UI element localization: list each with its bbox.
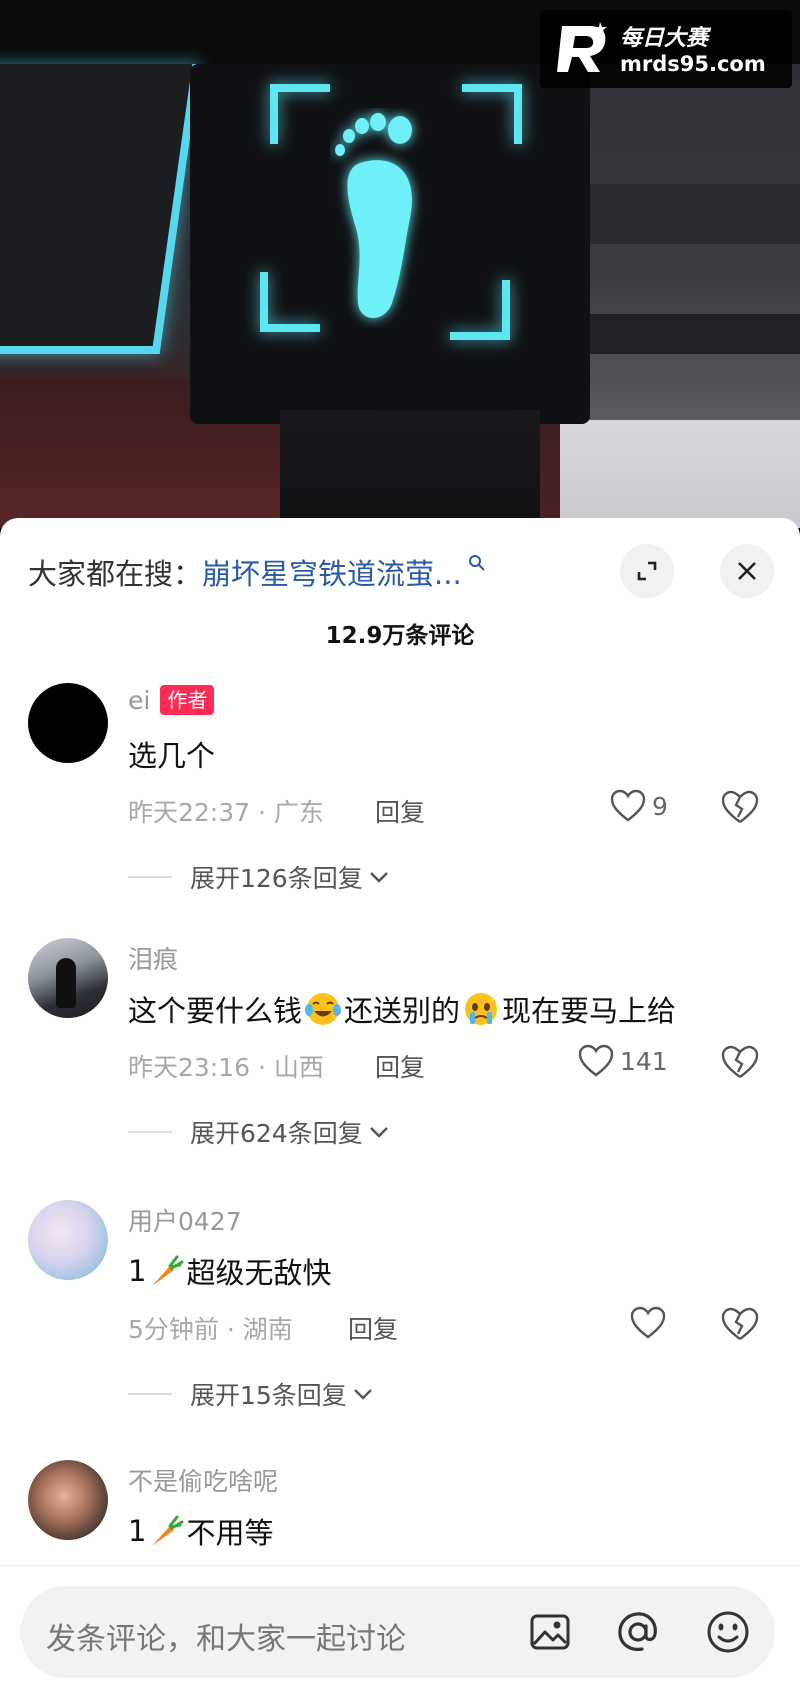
neon-panel <box>0 64 201 354</box>
trending-search-term[interactable]: 崩坏星穹铁道流萤... <box>202 551 462 593</box>
dislike-broken-heart-icon[interactable] <box>720 1044 760 1080</box>
scanner-stand <box>280 410 540 528</box>
comment-meta: 5分钟前 · 湖南 <box>128 1315 293 1344</box>
close-icon <box>738 562 756 580</box>
reply-button[interactable]: 回复 <box>375 793 425 829</box>
comment-username[interactable]: 泪痕 <box>128 940 178 976</box>
video-background-floor <box>560 420 800 528</box>
comment-username[interactable]: ei <box>128 686 150 715</box>
expand-replies[interactable]: 展开624条回复 <box>128 1114 389 1150</box>
emoji-smile-icon[interactable] <box>704 1608 752 1656</box>
image-icon[interactable] <box>526 1608 574 1656</box>
heart-icon <box>578 1044 614 1077</box>
like-button[interactable]: 141 <box>578 1044 668 1078</box>
chevron-down-icon <box>369 1127 388 1138</box>
heart-icon <box>630 1306 666 1339</box>
comment-input-placeholder: 发条评论，和大家一起讨论 <box>46 1622 406 1657</box>
carrot-emoji <box>152 1515 184 1546</box>
comment-text: 选几个 <box>128 739 216 773</box>
comment-input-bar: 发条评论，和大家一起讨论 <box>0 1565 800 1693</box>
comment-username[interactable]: 不是偷吃啥呢 <box>128 1462 278 1498</box>
comment-input[interactable]: 发条评论，和大家一起讨论 <box>20 1586 775 1678</box>
comment-item: 不是偷吃啥呢 1 不用等 <box>0 1460 800 1560</box>
close-button[interactable] <box>720 544 774 598</box>
like-count: 141 <box>620 1046 668 1076</box>
expand-replies-label: 展开126条回复 <box>190 864 363 893</box>
watermark: 每日大赛 mrds95.com <box>540 10 792 88</box>
mention-at-icon[interactable] <box>614 1608 662 1656</box>
video-player[interactable]: 每日大赛 mrds95.com <box>0 0 800 528</box>
site-logo-icon <box>557 22 607 72</box>
laughing-crying-emoji <box>305 993 342 1025</box>
comment-text: 1 超级无敌快 <box>128 1254 332 1290</box>
watermark-url: mrds95.com <box>620 52 766 76</box>
comment-meta: 昨天23:16 · 山西 <box>128 1053 324 1082</box>
dislike-broken-heart-icon[interactable] <box>720 1306 760 1342</box>
avatar[interactable] <box>28 683 108 763</box>
carrot-emoji <box>152 1255 184 1286</box>
search-icon <box>468 555 485 571</box>
expand-icon <box>637 561 657 581</box>
comment-item: ei 作者 选几个 昨天22:37 · 广东 回复 9 展开126条回复 <box>0 683 800 903</box>
comment-count: 12.9万条评论 <box>325 623 475 649</box>
trending-search[interactable]: 大家都在搜： 崩坏星穹铁道流萤... <box>28 548 486 596</box>
comment-text: 这个要什么钱 还送别的 现在要马上给 <box>128 988 676 1030</box>
watermark-title: 每日大赛 <box>620 26 709 51</box>
avatar[interactable] <box>28 938 108 1018</box>
like-button[interactable]: 9 <box>610 789 668 823</box>
author-badge: 作者 <box>160 685 215 715</box>
footprint-icon <box>335 113 412 318</box>
chevron-down-icon <box>369 872 388 883</box>
expand-replies[interactable]: 展开15条回复 <box>128 1376 373 1412</box>
reply-button[interactable]: 回复 <box>348 1310 398 1346</box>
tearful-emoji <box>465 993 498 1025</box>
expand-replies-label: 展开15条回复 <box>190 1381 347 1410</box>
comment-sheet: 大家都在搜： 崩坏星穹铁道流萤... 12.9万条评论 ei 作者 选几个 昨天… <box>0 518 800 1693</box>
like-button[interactable] <box>630 1306 666 1340</box>
expand-button[interactable] <box>620 544 674 598</box>
comment-username[interactable]: 用户0427 <box>128 1202 242 1238</box>
dislike-broken-heart-icon[interactable] <box>720 789 760 825</box>
reply-button[interactable]: 回复 <box>375 1048 425 1084</box>
comment-item: 用户0427 1 超级无敌快 5分钟前 · 湖南 回复 展开15条回复 <box>0 1200 800 1420</box>
video-background-wall <box>560 64 800 424</box>
comment-item: 泪痕 这个要什么钱 还送别的 现在要马上给 昨天23:16 · 山西 回复 14… <box>0 938 800 1158</box>
expand-replies[interactable]: 展开126条回复 <box>128 859 389 895</box>
chevron-down-icon <box>353 1389 372 1400</box>
trending-search-label: 大家都在搜： <box>28 557 203 591</box>
expand-replies-label: 展开624条回复 <box>190 1119 363 1148</box>
avatar[interactable] <box>28 1460 108 1540</box>
avatar[interactable] <box>28 1200 108 1280</box>
comment-meta: 昨天22:37 · 广东 <box>128 798 324 827</box>
heart-icon <box>610 789 646 822</box>
like-count: 9 <box>652 791 668 821</box>
comment-text: 1 不用等 <box>128 1514 274 1550</box>
